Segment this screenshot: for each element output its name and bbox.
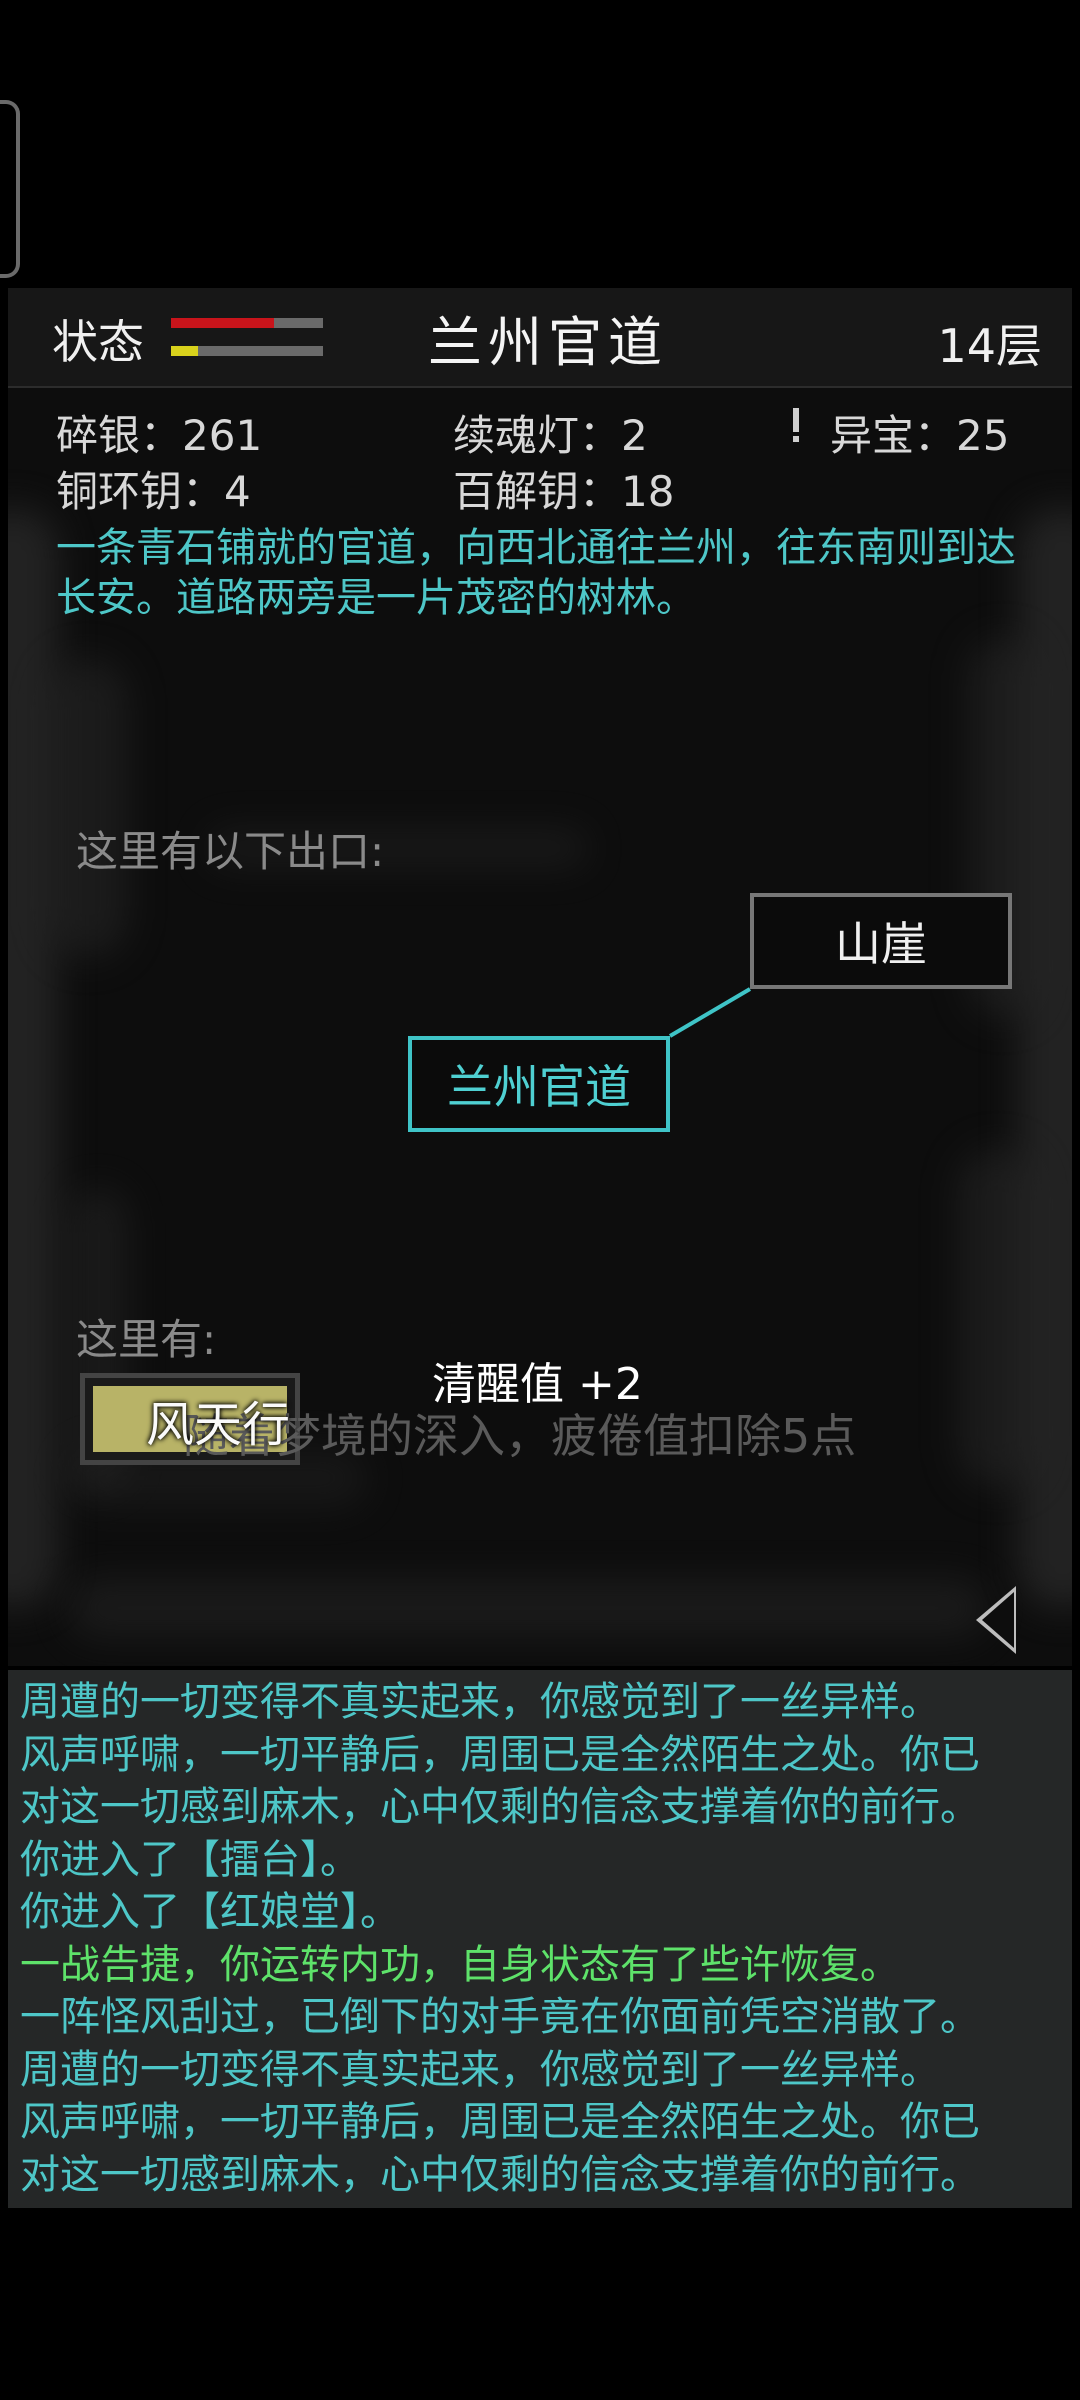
log-line: 对这一切感到麻木，心中仅剩的信念支撑着你的前行。 <box>20 2151 980 2198</box>
log-line: 一战告捷，你运转内功，自身状态有了些许恢复。 <box>20 1941 900 1988</box>
log-line: 你进入了【擂台】。 <box>20 1836 360 1883</box>
energy-bar <box>171 346 323 356</box>
log-line: 周遭的一切变得不真实起来，你感觉到了一丝异样。 <box>20 1679 940 1725</box>
status-button[interactable]: 状态 <box>52 306 144 372</box>
floor-label: 14层 <box>937 319 1042 373</box>
hp-bar <box>171 318 323 328</box>
log-line: 风声呼啸，一切平静后，周围已是全然陌生之处。你已 <box>20 1731 980 1778</box>
floating-status-text: 清醒值 +2 <box>432 1359 643 1410</box>
location-description: 一条青石铺就的官道，向西北通往兰州，往东南则到达长安。道路两旁是一片茂密的树林。 <box>56 525 1016 621</box>
master-key-count: 百解钥：18 <box>453 467 675 516</box>
log-line: 风声呼啸，一切平静后，周围已是全然陌生之处。你已 <box>20 2099 980 2145</box>
hp-bar-fill <box>171 318 275 328</box>
npc-name[interactable]: 风天行 <box>146 1385 290 1455</box>
energy-bar-fill <box>171 346 199 356</box>
current-location-node[interactable]: 兰州官道 <box>408 1036 670 1132</box>
here-heading: 这里有: <box>76 1315 217 1364</box>
copper-key-count: 铜环钥：4 <box>56 467 251 516</box>
triangle-left-icon[interactable] <box>976 1586 1016 1654</box>
exits-heading: 这里有以下出口: <box>76 827 385 876</box>
header-bar: 状态 兰州官道 14层 <box>8 288 1072 388</box>
exclamation-icon <box>790 402 802 446</box>
log-line: 一阵怪风刮过，已倒下的对手竟在你面前凭空消散了。 <box>20 1994 980 2040</box>
location-title: 兰州官道 <box>428 311 668 374</box>
side-bracket-decoration <box>0 100 20 278</box>
log-line: 你进入了【红娘堂】。 <box>20 1889 400 1935</box>
log-line: 周遭的一切变得不真实起来，你感觉到了一丝异样。 <box>20 2046 940 2093</box>
treasure-count: 异宝：25 <box>830 411 1010 460</box>
silver-count: 碎银：261 <box>56 411 263 460</box>
message-log: 周遭的一切变得不真实起来，你感觉到了一丝异样。 风声呼啸，一切平静后，周围已是全然… <box>8 1670 1072 2208</box>
map-area: 碎银：261 续魂灯：2 异宝：25 铜环钥：4 百解钥：18 一条青石铺就的官… <box>8 388 1072 1666</box>
exit-node-cliff[interactable]: 山崖 <box>750 893 1012 989</box>
log-line: 对这一切感到麻木，心中仅剩的信念支撑着你的前行。 <box>20 1784 980 1830</box>
soul-lamp-count: 续魂灯：2 <box>453 411 648 460</box>
